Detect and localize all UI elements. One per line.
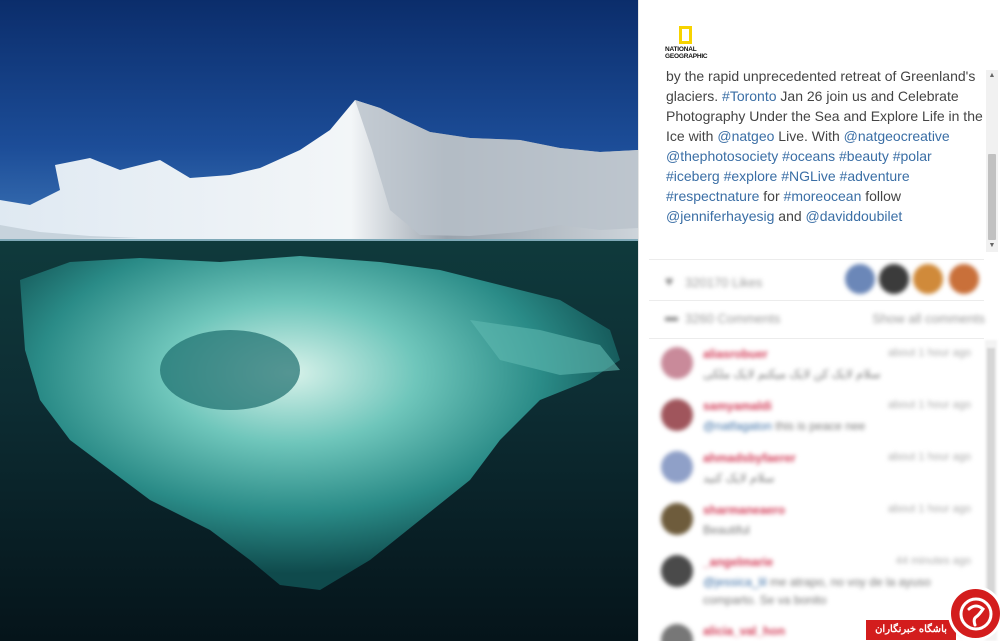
comment-time: 44 minutes ago [895,555,971,567]
commenter-avatar[interactable] [661,399,693,431]
liker-avatar[interactable] [845,264,875,294]
post-detail-panel: NATIONAL GEOGRAPHIC by the rapid unprece… [638,0,1003,641]
caption-tag-link[interactable]: #iceberg [666,168,720,184]
caption-tag-link[interactable]: #explore [724,168,778,184]
heart-icon[interactable]: ♥ [665,273,673,289]
comment-body: سلام لایک کنید [703,471,775,485]
divider [649,300,984,301]
comment-text: Beautiful [703,521,965,539]
comment-body: سلام لایک کن لایک میکنم لایک ملکی [703,367,881,381]
liker-avatar[interactable] [879,264,909,294]
caption-tag-link[interactable]: @jenniferhayesig [666,208,774,224]
comments-count: 3260 Comments [685,311,781,326]
caption-tag-link[interactable]: @daviddoubilet [806,208,903,224]
natgeo-logo[interactable]: NATIONAL GEOGRAPHIC [665,26,711,62]
commenter-username[interactable]: alicia_val_hon [703,624,785,638]
caption-tag-link[interactable]: #NGLive [781,168,835,184]
commenter-avatar[interactable] [661,451,693,483]
commenter-username[interactable]: samyamaldi [703,399,772,413]
comment-text: سلام لایک کنید [703,469,965,487]
caption-tag-link[interactable]: #oceans [782,148,835,164]
commenter-username[interactable]: _angelmarie [703,555,773,569]
scroll-down-arrow-icon[interactable]: ▼ [986,240,998,252]
caption-tag-link[interactable]: @thephotosociety [666,148,778,164]
comment-time: about 1 hour ago [887,399,971,411]
natgeo-logo-text: NATIONAL GEOGRAPHIC [665,46,708,60]
show-all-comments-link[interactable]: Show all comments [872,311,985,326]
caption-tag-link[interactable]: #adventure [840,168,910,184]
post-photo [0,0,638,641]
caption-text: for [759,188,784,204]
commenter-username[interactable]: aliasrobuer [703,347,768,361]
comment-body: this is peace nee [771,419,866,433]
commenter-avatar[interactable] [661,624,693,641]
comment-mention-link[interactable]: @jessica_lil [703,575,767,589]
caption-text: follow [861,188,902,204]
comments-header: ▬ 3260 Comments Show all comments [665,308,985,330]
commenter-username[interactable]: sharmaneaero [703,503,785,517]
caption-scrollbar[interactable]: ▲ ▼ [986,70,998,252]
caption-text: and [774,208,806,224]
iceberg-photo-illustration [0,0,638,641]
natgeo-frame-icon [679,26,692,44]
caption-tag-link[interactable]: #polar [893,148,932,164]
caption-tag-link[interactable]: @natgeo [717,128,774,144]
caption-tag-link[interactable]: #beauty [839,148,889,164]
comment-item: samyamaldi about 1 hour ago @natfagaton th… [661,397,971,445]
watermark-label: باشگاه خبرنگاران [866,620,956,640]
likes-count[interactable]: 320170 Likes [685,275,762,290]
caption-scroll-thumb[interactable] [988,154,996,240]
caption-text: Live. With [774,128,844,144]
comment-item: sharmaneaero about 1 hour ago Beautiful [661,501,971,549]
likes-row[interactable]: ♥ 320170 Likes [665,264,985,296]
liker-avatar[interactable] [949,264,979,294]
caption-tag-link[interactable]: #respectnature [666,188,759,204]
liker-avatar[interactable] [913,264,943,294]
scroll-up-arrow-icon[interactable]: ▲ [986,70,998,82]
comment-body: Beautiful [703,523,750,537]
comment-item: ahmadsbyfaerer about 1 hour ago سلام لایک … [661,449,971,497]
divider [649,338,984,339]
comment-item: aliasrobuer about 1 hour ago سلام لایک کن … [661,345,971,393]
yjc-watermark: باشگاه خبرنگاران [866,586,1003,641]
comment-time: about 1 hour ago [887,347,971,359]
comment-time: about 1 hour ago [887,503,971,515]
comment-time: about 1 hour ago [887,451,971,463]
comment-icon: ▬ [665,309,678,324]
comment-text: @natfagaton this is peace nee [703,417,965,435]
divider [649,259,984,260]
commenter-username[interactable]: ahmadsbyfaerer [703,451,796,465]
commenter-avatar[interactable] [661,347,693,379]
comment-text: سلام لایک کن لایک میکنم لایک ملکی [703,365,965,383]
commenter-avatar[interactable] [661,503,693,535]
caption-tag-link[interactable]: #Toronto [722,88,776,104]
caption-tag-link[interactable]: @natgeocreative [844,128,950,144]
commenter-avatar[interactable] [661,555,693,587]
comment-mention-link[interactable]: @natfagaton [703,419,772,433]
comments-scroll-thumb[interactable] [987,348,995,598]
post-caption: by the rapid unprecedented retreat of Gr… [666,66,988,226]
caption-tag-link[interactable]: #moreocean [784,188,862,204]
yjc-logo-icon [948,586,1003,641]
